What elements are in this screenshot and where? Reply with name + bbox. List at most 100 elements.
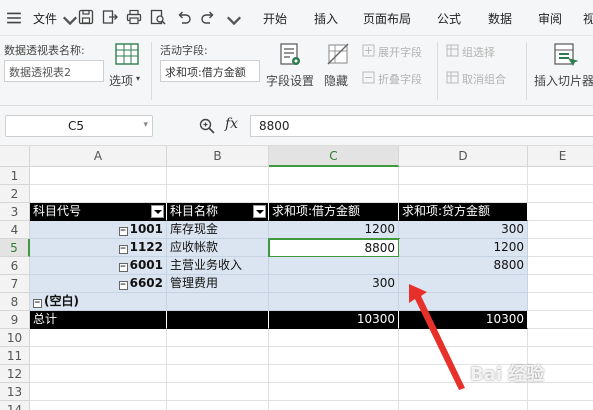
pivot-name-cell[interactable]: 主营业务收入 bbox=[167, 257, 269, 275]
active-cell-c5[interactable]: 8800 bbox=[268, 238, 400, 258]
pivot-header-code[interactable]: 科目代号 bbox=[30, 203, 167, 221]
pivot-credit-cell[interactable]: 8800 bbox=[399, 257, 528, 275]
collapse-icon[interactable]: − bbox=[118, 263, 128, 272]
row-header-3[interactable]: 3 bbox=[0, 203, 30, 221]
collapse-icon[interactable]: − bbox=[118, 281, 128, 290]
pivot-name-cell[interactable]: 库存现金 bbox=[167, 221, 269, 239]
pivot-code-cell[interactable]: −6001 bbox=[30, 257, 167, 275]
pivot-code-cell[interactable]: −6602 bbox=[30, 275, 167, 293]
expand-field-icon bbox=[362, 44, 375, 57]
tab-home[interactable]: 开始 bbox=[263, 10, 287, 27]
options-icon[interactable] bbox=[114, 42, 140, 66]
active-field-label: 活动字段: bbox=[160, 44, 208, 57]
account-code: 6001 bbox=[129, 258, 163, 272]
menu-icon[interactable] bbox=[6, 10, 21, 24]
pivot-debit-cell[interactable]: 300 bbox=[269, 275, 399, 293]
active-field-input[interactable]: 求和项:借方金额 bbox=[160, 60, 260, 82]
pivot-header-credit[interactable]: 求和项:贷方金额 bbox=[399, 203, 528, 221]
collapse-icon[interactable]: − bbox=[118, 227, 128, 236]
pivot-code-cell[interactable]: −1122 bbox=[30, 239, 167, 257]
insert-slicer-button[interactable]: 插入切片器 bbox=[534, 72, 593, 89]
pivot-header-name[interactable]: 科目名称 bbox=[167, 203, 269, 221]
redo-icon[interactable] bbox=[200, 9, 216, 25]
formula-bar: C5 ▾ fx 8800 bbox=[0, 106, 593, 146]
row-header-4[interactable]: 4 bbox=[0, 221, 30, 239]
annotation-arrow bbox=[409, 284, 465, 390]
pivot-credit-cell[interactable]: 300 bbox=[399, 221, 528, 239]
row-header-11[interactable]: 11 bbox=[0, 347, 30, 365]
pivot-debit-cell[interactable] bbox=[269, 257, 399, 275]
export-icon[interactable] bbox=[102, 9, 118, 25]
watermark-text: Bai 经验 bbox=[470, 364, 545, 385]
name-box[interactable]: C5 ▾ bbox=[5, 115, 153, 137]
tab-review[interactable]: 审阅 bbox=[538, 10, 562, 27]
pivot-header-debit[interactable]: 求和项:借方金额 bbox=[269, 203, 399, 221]
chevron-down-icon[interactable] bbox=[62, 12, 78, 26]
row-header-5[interactable]: 5 bbox=[0, 239, 30, 257]
column-header-b[interactable]: B bbox=[167, 146, 269, 167]
row-header-9[interactable]: 9 bbox=[0, 311, 30, 329]
pivot-header-code-label: 科目代号 bbox=[33, 204, 82, 218]
file-menu[interactable]: 文件 bbox=[33, 10, 57, 27]
account-code: 1001 bbox=[129, 222, 163, 236]
undo-icon[interactable] bbox=[176, 9, 192, 25]
pivot-empty-cell[interactable] bbox=[269, 293, 399, 311]
chevron-down-icon[interactable] bbox=[226, 12, 242, 26]
pivot-name-cell[interactable]: 应收帐款 bbox=[167, 239, 269, 257]
ungroup-icon bbox=[446, 71, 459, 84]
grid-lines bbox=[528, 203, 593, 329]
ribbon-divider bbox=[526, 42, 527, 100]
tab-data[interactable]: 数据 bbox=[488, 10, 512, 27]
pivot-empty-cell[interactable] bbox=[167, 293, 269, 311]
tab-insert[interactable]: 插入 bbox=[314, 10, 338, 27]
collapse-icon[interactable]: − bbox=[33, 299, 42, 308]
options-button[interactable]: 选项 bbox=[109, 72, 133, 89]
row-header-10[interactable]: 10 bbox=[0, 329, 30, 347]
pivot-blank-cell[interactable]: − (空白) bbox=[30, 293, 167, 311]
pivot-header-name-label: 科目名称 bbox=[170, 204, 219, 218]
pivot-credit-cell[interactable]: 1200 bbox=[399, 239, 528, 257]
row-header-12[interactable]: 12 bbox=[0, 365, 30, 383]
print-preview-icon[interactable] bbox=[150, 9, 166, 25]
row-header-13[interactable]: 13 bbox=[0, 383, 30, 401]
print-icon[interactable] bbox=[126, 9, 142, 25]
filter-dropdown-icon[interactable] bbox=[253, 205, 266, 218]
row-header-8[interactable]: 8 bbox=[0, 293, 30, 311]
ribbon: 数据透视表名称: 数据透视表2 选项 ▾ 活动字段: 求和项:借方金额 字段设置… bbox=[0, 36, 593, 106]
fx-icon[interactable]: fx bbox=[225, 116, 238, 132]
formula-input[interactable]: 8800 bbox=[250, 115, 593, 137]
column-header-e[interactable]: E bbox=[528, 146, 593, 167]
hide-button[interactable]: 隐藏 bbox=[324, 72, 348, 89]
row-header-1[interactable]: 1 bbox=[0, 167, 30, 185]
pivot-total-label[interactable]: 总计 bbox=[30, 311, 167, 329]
chevron-down-icon[interactable]: ▾ bbox=[136, 74, 140, 83]
column-header-c[interactable]: C bbox=[269, 146, 399, 167]
row-header-14[interactable]: 14 bbox=[0, 401, 30, 410]
tab-formulas[interactable]: 公式 bbox=[437, 10, 461, 27]
column-header-a[interactable]: A bbox=[30, 146, 167, 167]
field-settings-icon[interactable] bbox=[277, 42, 303, 68]
row-header-2[interactable]: 2 bbox=[0, 185, 30, 203]
collapse-icon[interactable]: − bbox=[118, 245, 128, 254]
hide-icon[interactable] bbox=[325, 42, 351, 68]
tab-view[interactable]: 视 bbox=[583, 10, 593, 27]
expand-field-button: 展开字段 bbox=[378, 46, 422, 59]
pivot-code-cell[interactable]: −1001 bbox=[30, 221, 167, 239]
chevron-down-icon[interactable]: ▾ bbox=[143, 120, 148, 130]
save-icon[interactable] bbox=[78, 9, 94, 25]
pivot-name-input[interactable]: 数据透视表2 bbox=[4, 60, 104, 82]
pivot-total-empty[interactable] bbox=[167, 311, 269, 329]
filter-dropdown-icon[interactable] bbox=[151, 205, 164, 218]
pivot-name-cell[interactable]: 管理费用 bbox=[167, 275, 269, 293]
menu-bar: 文件 开始 插入 页面布局 公式 数据 审阅 视 bbox=[0, 0, 593, 36]
pivot-debit-cell[interactable]: 1200 bbox=[269, 221, 399, 239]
column-header-d[interactable]: D bbox=[399, 146, 528, 167]
pivot-total-debit[interactable]: 10300 bbox=[269, 311, 399, 329]
tab-page-layout[interactable]: 页面布局 bbox=[363, 10, 411, 27]
row-header-6[interactable]: 6 bbox=[0, 257, 30, 275]
slicer-icon[interactable] bbox=[552, 42, 578, 68]
zoom-icon[interactable] bbox=[199, 118, 215, 134]
row-header-7[interactable]: 7 bbox=[0, 275, 30, 293]
field-settings-button[interactable]: 字段设置 bbox=[266, 72, 314, 89]
select-all-corner[interactable] bbox=[0, 146, 30, 167]
